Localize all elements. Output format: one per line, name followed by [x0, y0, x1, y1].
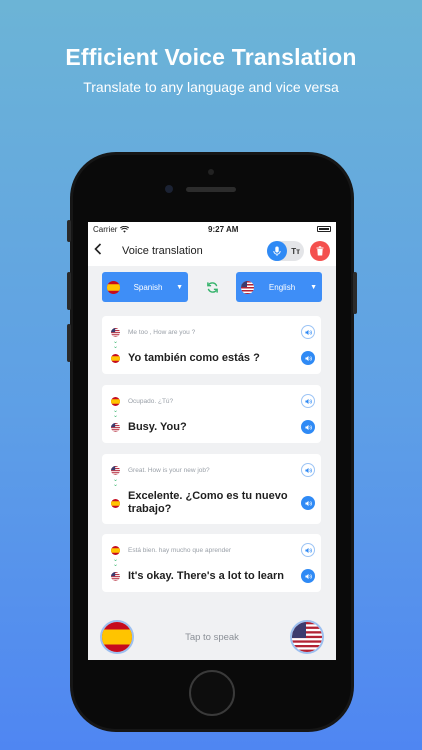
chevron-double-down-icon: ⌄ ⌄ — [113, 477, 119, 488]
carrier-label: Carrier — [93, 224, 118, 234]
chevron-double-down-icon: ⌄ ⌄ — [113, 408, 119, 419]
trash-icon[interactable] — [310, 241, 330, 261]
app-screen: Carrier 9:27 AM Voice translation Tт Spa… — [88, 222, 336, 660]
original-text: Me too , How are you ? — [128, 328, 196, 336]
status-time: 9:27 AM — [208, 224, 239, 234]
usa-flag-icon — [111, 422, 120, 432]
speaker-icon[interactable] — [301, 351, 315, 365]
speaker-icon[interactable] — [301, 420, 315, 434]
wifi-icon — [120, 225, 130, 233]
translated-text: Busy. You? — [128, 420, 187, 433]
chevron-down-icon: ▼ — [310, 283, 317, 291]
earpiece-speaker — [186, 187, 236, 192]
speaker-icon[interactable] — [301, 569, 315, 583]
speaker-icon[interactable] — [301, 463, 315, 477]
language-selector: Spanish ▼ English ▼ — [88, 272, 336, 302]
source-language-dropdown[interactable]: Spanish ▼ — [102, 272, 188, 302]
front-camera — [165, 185, 173, 193]
speaker-icon[interactable] — [301, 394, 315, 408]
speaker-icon[interactable] — [301, 496, 315, 510]
battery-icon — [317, 226, 331, 232]
translation-card: Me too , How are you ? ⌄ ⌄ Yo también com… — [102, 316, 321, 374]
translation-card: Ocupado. ¿Tú? ⌄ ⌄ Busy. You? — [102, 385, 321, 443]
text-size-icon[interactable]: Tт — [287, 247, 300, 256]
speak-bar: Tap to speak — [88, 614, 336, 660]
speak-english-button[interactable] — [290, 620, 324, 654]
microphone-icon[interactable] — [267, 241, 288, 261]
source-language-label: Spanish — [133, 282, 163, 292]
translation-card: Great. How is your new job? ⌄ ⌄ Excelente… — [102, 454, 321, 524]
spain-flag-icon — [111, 545, 120, 555]
original-text: Está bien. hay mucho que aprender — [128, 546, 231, 554]
translated-text: Excelente. ¿Como es tu nuevo trabajo? — [128, 490, 288, 515]
spain-flag-icon — [111, 498, 120, 508]
spain-flag-icon — [107, 280, 120, 294]
phone-frame: Carrier 9:27 AM Voice translation Tт Spa… — [67, 152, 357, 732]
chevron-down-icon: ▼ — [176, 283, 183, 291]
translated-text: Yo también como estás ? — [128, 351, 260, 364]
target-language-label: English — [268, 282, 296, 292]
page-title: Voice translation — [122, 245, 203, 257]
translated-text: It's okay. There's a lot to learn — [128, 569, 285, 582]
chevron-double-down-icon: ⌄ ⌄ — [113, 557, 119, 568]
back-chevron-icon[interactable] — [94, 243, 108, 259]
speaker-icon[interactable] — [301, 325, 315, 339]
translation-card: Está bien. hay mucho que aprender ⌄ ⌄ It'… — [102, 534, 321, 592]
speaker-icon[interactable] — [301, 543, 315, 557]
usa-flag-icon — [292, 622, 322, 652]
chevron-double-down-icon: ⌄ ⌄ — [113, 339, 119, 350]
usa-flag-icon — [111, 571, 120, 581]
home-button[interactable] — [189, 670, 235, 716]
spain-flag-icon — [111, 353, 120, 363]
usa-flag-icon — [111, 465, 120, 475]
spain-flag-icon — [111, 396, 120, 406]
usa-flag-icon — [241, 280, 254, 294]
target-language-dropdown[interactable]: English ▼ — [236, 272, 322, 302]
original-text: Ocupado. ¿Tú? — [128, 397, 174, 405]
promo-subhead: Translate to any language and vice versa — [83, 79, 339, 95]
original-text: Great. How is your new job? — [128, 466, 210, 474]
status-bar: Carrier 9:27 AM — [88, 222, 336, 236]
input-mode-toggle[interactable]: Tт — [267, 241, 304, 261]
usa-flag-icon — [111, 327, 120, 337]
swap-languages-icon[interactable] — [201, 276, 223, 298]
promo-headline: Efficient Voice Translation — [65, 44, 357, 70]
nav-bar: Voice translation Tт — [88, 236, 336, 266]
